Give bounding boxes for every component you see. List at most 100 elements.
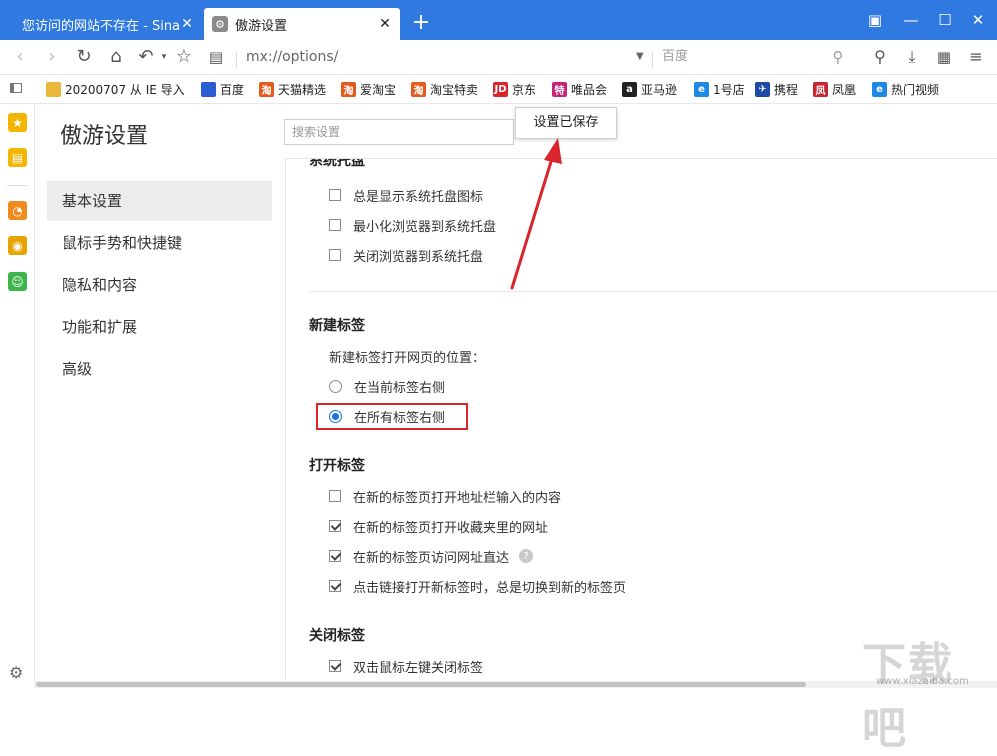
baidu-icon: 🐾 [201,81,216,97]
section-title-closetab: 关闭标签 [309,628,365,644]
checkbox[interactable] [329,520,341,532]
tray-option-2[interactable]: 最小化浏览器到系统托盘 [329,214,496,236]
section-title-tray: 系统托盘 [309,159,365,169]
bookmark-item[interactable]: 淘爱淘宝 [341,75,396,103]
option-label: 在当前标签右侧 [354,380,446,396]
divider [7,185,27,186]
nav-item-privacy[interactable]: 隐私和内容 [47,265,272,305]
search-input[interactable]: 百度 [662,45,848,69]
sidebar-toggle-icon[interactable]: ▣ [860,8,890,32]
bookmark-item[interactable]: JD 京东 [493,75,536,103]
notes-icon[interactable]: ▤ [8,148,27,167]
download-icon[interactable]: ⤓ [900,45,924,69]
maximize-icon[interactable]: ☐ [930,8,960,32]
option-label: 总是显示系统托盘图标 [353,189,484,205]
tab-sina[interactable]: 您访问的网站不存在 - Sina A ✕ [14,8,202,40]
gear-icon[interactable]: ⚙ [9,663,23,682]
address-bar[interactable]: mx://options/ [246,45,650,69]
close-tab-icon[interactable]: ✕ [378,16,392,32]
radio-current-tab-right[interactable]: 在当前标签右侧 [329,375,445,397]
tab-settings[interactable]: ⚙ 傲游设置 ✕ [204,8,400,40]
back-icon[interactable]: ‹ [8,45,32,69]
arrow-head [544,138,562,164]
new-tab-icon[interactable]: + [410,10,432,36]
taobao-icon: 淘 [259,81,274,97]
taobao-icon: 淘 [411,81,426,97]
rss-icon[interactable]: ◔ [8,201,27,220]
refresh-icon[interactable]: ↻ [72,45,96,69]
divider [236,52,237,68]
watermark-text: 下载吧 [862,639,954,754]
bookmark-label: 20200707 从 IE 导入 [65,82,185,97]
nav-item-mouse-shortcuts[interactable]: 鼠标手势和快捷键 [47,223,272,263]
notes-icon[interactable]: ▤ [204,45,228,69]
nav-item-advanced[interactable]: 高级 [47,349,272,389]
search-icon[interactable]: ⚲ [826,45,850,69]
bookmark-label: 京东 [512,82,537,97]
tray-option-3[interactable]: 关闭浏览器到系统托盘 [329,244,483,266]
help-icon[interactable]: ? [519,549,534,563]
tray-option-1[interactable]: 总是显示系统托盘图标 [329,184,483,206]
bookmark-item[interactable]: 凤凤凰 [813,75,856,103]
bookmark-item[interactable]: 淘淘宝特卖 [411,75,478,103]
bookmark-label: 爱淘宝 [360,82,397,97]
phoenix-icon: 凤 [813,81,828,97]
favorites-star-icon[interactable]: ★ [8,113,27,132]
jd-icon: JD [493,81,508,97]
section-header-clip: 系统托盘 [286,159,997,169]
chevron-down-icon[interactable]: ▼ [636,45,648,69]
opentab-option-1[interactable]: 在新的标签页打开地址栏输入的内容 [329,485,561,507]
ctrip-icon: ✈ [755,81,770,97]
opentab-option-3[interactable]: 在新的标签页访问网址直达? [329,545,534,567]
user-icon[interactable]: ⚲ [868,45,892,69]
bookmark-item[interactable]: e 1号店 [694,75,745,103]
star-icon[interactable]: ☆ [172,45,196,69]
checkbox[interactable] [329,580,341,592]
checkbox[interactable] [329,249,341,261]
closetab-option-1[interactable]: 双击鼠标左键关闭标签 [329,655,483,677]
bookmark-item[interactable]: 淘天猫精选 [259,75,326,103]
option-label: 最小化浏览器到系统托盘 [353,219,497,235]
forward-icon[interactable]: › [40,45,64,69]
bookmark-item[interactable]: ✈ 携程 [755,75,798,103]
bookmark-item[interactable]: 🐾 百度 [201,75,244,103]
vip-icon: 特 [552,81,567,97]
checkbox[interactable] [329,189,341,201]
checkbox[interactable] [329,660,341,672]
bookmark-item[interactable]: 特唯品会 [552,75,607,103]
folder-icon [46,81,61,97]
scrollbar-thumb[interactable] [36,682,806,687]
bookmark-item[interactable]: a 亚马逊 [622,75,677,103]
nav-item-basic[interactable]: 基本设置 [47,181,272,221]
bookmark-label: 天猫精选 [278,82,327,97]
checkbox[interactable] [329,219,341,231]
smile-icon[interactable]: ☺ [8,272,27,291]
title-bar: 您访问的网站不存在 - Sina A ✕ ⚙ 傲游设置 ✕ + ▣ — ☐ ✕ [0,0,997,40]
option-label: 双击鼠标左键关闭标签 [353,660,484,676]
sidebar-toggle-icon[interactable] [10,83,22,93]
option-label: 在新的标签页访问网址直达 [353,550,510,566]
option-label: 在新的标签页打开收藏夹里的网址 [353,520,549,536]
option-label: 点击链接打开新标签时，总是切换到新的标签页 [353,580,627,596]
opentab-option-2[interactable]: 在新的标签页打开收藏夹里的网址 [329,515,548,537]
checkbox[interactable] [329,550,341,562]
opentab-option-4[interactable]: 点击链接打开新标签时，总是切换到新的标签页 [329,575,626,597]
watermark-url: www.xiazaiba.com [876,676,969,687]
bookmark-item[interactable]: 20200707 从 IE 导入 [46,75,185,103]
checkbox[interactable] [329,490,341,502]
settings-search-input[interactable]: 搜索设置 [284,119,514,145]
bookmark-label: 唯品会 [571,82,608,97]
close-window-icon[interactable]: ✕ [963,8,993,32]
menu-icon[interactable]: ≡ [964,45,988,69]
nav-item-features[interactable]: 功能和扩展 [47,307,272,347]
bookmark-item[interactable]: e 热门视频 [872,75,939,103]
highlight-box [316,403,468,430]
weibo-icon[interactable]: ◉ [8,236,27,255]
bookmark-label: 亚马逊 [641,82,678,97]
home-icon[interactable]: ⌂ [104,45,128,69]
close-tab-icon[interactable]: ✕ [180,16,194,32]
apps-icon[interactable]: ▦ [932,45,956,69]
ie-icon: e [872,81,887,97]
minimize-icon[interactable]: — [896,8,926,32]
radio-button[interactable] [329,379,342,393]
